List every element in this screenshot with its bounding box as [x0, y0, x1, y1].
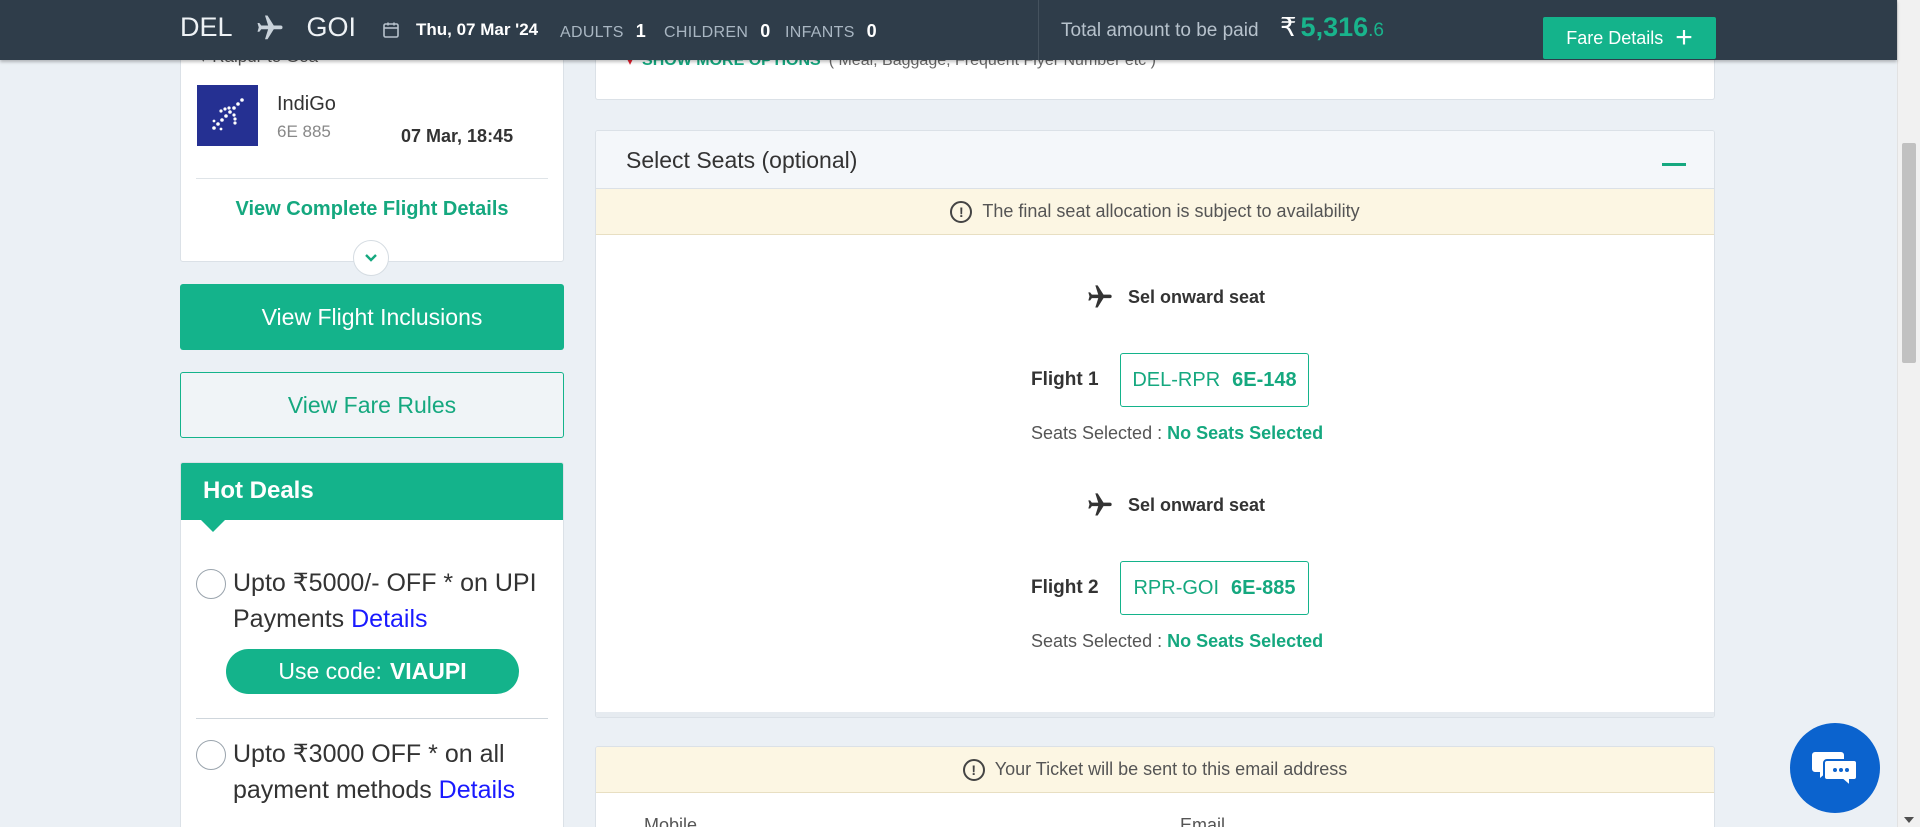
calendar-icon — [383, 22, 399, 38]
plus-icon: + — [1675, 21, 1693, 54]
adults-count: ADULTS 1 — [560, 21, 646, 42]
seats-header[interactable]: Select Seats (optional) — [596, 131, 1714, 189]
view-complete-flight-details-link[interactable]: View Complete Flight Details — [181, 198, 563, 221]
children-label: CHILDREN — [664, 24, 749, 41]
top-header: DEL GOI Thu, 07 Mar '24 ADULTS 1 CHILDREN… — [0, 0, 1897, 60]
hot-deals-title: Hot Deals — [181, 463, 563, 520]
deal-text-upi: Upto ₹5000/- OFF * on UPI Payments Detai… — [233, 565, 553, 637]
travel-date: Thu, 07 Mar '24 — [382, 20, 538, 40]
total-decimal: .6 — [1368, 20, 1384, 41]
chevron-down-icon — [365, 254, 377, 262]
info-icon: ! — [962, 758, 985, 781]
flight-2-seat-button[interactable]: RPR-GOI 6E-885 — [1120, 561, 1309, 615]
plane-icon — [255, 13, 285, 43]
segment-heading-text: Sel onward seat — [1128, 286, 1266, 307]
expand-button[interactable] — [353, 240, 389, 276]
flight-label: Flight 2 — [1031, 577, 1099, 598]
flight-label: Flight 1 — [1031, 369, 1099, 390]
ticket-email-notice: ! Your Ticket will be sent to this email… — [596, 747, 1714, 793]
flight-1-seat-button[interactable]: DEL-RPR 6E-148 — [1120, 353, 1309, 407]
seats-title: Select Seats (optional) — [626, 147, 858, 173]
view-fare-rules-button[interactable]: View Fare Rules — [180, 372, 564, 438]
seat-availability-notice: ! The final seat allocation is subject t… — [596, 189, 1714, 235]
segment-route: DEL-RPR — [1132, 368, 1221, 391]
seats-selected-value: No Seats Selected — [1167, 423, 1324, 443]
segment-flight-no: 6E-148 — [1232, 368, 1297, 391]
deal-radio-all-payments[interactable] — [196, 740, 226, 770]
adults-value: 1 — [635, 21, 647, 41]
hot-deals-notch — [201, 520, 225, 532]
select-seats-panel: Select Seats (optional) ! The final seat… — [595, 130, 1715, 718]
use-code-button[interactable]: Use code: VIAUPI — [226, 649, 519, 694]
route-summary: DEL GOI — [180, 12, 356, 43]
deal-radio-upi[interactable] — [196, 569, 226, 599]
segment-route: RPR-GOI — [1133, 576, 1220, 599]
card-divider — [196, 178, 548, 179]
infants-count: INFANTS 0 — [785, 21, 877, 42]
destination-code: GOI — [306, 12, 357, 42]
segment-heading: Sel onward seat — [1086, 491, 1265, 519]
flight-summary-card: ▾ Raipur to Goa IndiGo 6E 885 07 Mar, 18… — [180, 30, 564, 276]
mobile-label: Mobile — [644, 815, 698, 827]
adults-label: ADULTS — [560, 24, 624, 41]
contact-details-card: ! Your Ticket will be sent to this email… — [595, 746, 1715, 827]
collapse-icon[interactable] — [1662, 163, 1686, 166]
info-icon: ! — [950, 200, 973, 223]
notice-text: The final seat allocation is subject to … — [982, 201, 1360, 221]
segment-flight-no: 6E-885 — [1231, 576, 1296, 599]
chat-button[interactable] — [1790, 723, 1880, 813]
view-flight-inclusions-button[interactable]: View Flight Inclusions — [180, 284, 564, 350]
departure-time: 07 Mar, 18:45 — [401, 126, 514, 146]
indigo-logo — [197, 85, 258, 146]
email-label: Email — [1180, 815, 1226, 827]
header-divider — [1038, 0, 1039, 60]
scrollbar-thumb[interactable] — [1902, 143, 1916, 363]
seats-selected-label: Seats Selected : — [1031, 423, 1163, 443]
scroll-down-arrow-icon[interactable] — [1904, 817, 1914, 823]
plane-icon — [1088, 493, 1112, 516]
plane-icon — [1088, 285, 1112, 308]
fare-details-button[interactable]: Fare Details + — [1543, 17, 1716, 59]
flight-number: 6E 885 — [277, 122, 331, 141]
deal-divider — [196, 718, 548, 719]
fare-details-label: Fare Details — [1566, 27, 1664, 48]
infants-label: INFANTS — [785, 24, 855, 41]
total-amount: ₹5,316.6 — [1280, 12, 1384, 43]
total-label: Total amount to be paid — [1061, 20, 1259, 41]
seats-selected-label: Seats Selected : — [1031, 631, 1163, 651]
date-text: Thu, 07 Mar '24 — [416, 20, 539, 39]
seats-selected-value: No Seats Selected — [1167, 631, 1324, 651]
total-whole: 5,316 — [1300, 12, 1369, 42]
segment-heading: Sel onward seat — [1086, 283, 1265, 311]
seats-selected-status: Seats Selected : No Seats Selected — [1031, 631, 1323, 652]
segment-heading-text: Sel onward seat — [1128, 494, 1266, 515]
rupee-icon: ₹ — [1280, 12, 1297, 42]
children-value: 0 — [760, 21, 771, 41]
ticket-notice-text: Your Ticket will be sent to this email a… — [994, 759, 1348, 779]
airline-name: IndiGo — [277, 93, 336, 115]
hot-deals-panel: Hot Deals Upto ₹5000/- OFF * on UPI Paym… — [180, 462, 564, 827]
children-count: CHILDREN 0 — [664, 21, 771, 42]
deal-details-link[interactable]: Details — [439, 776, 515, 804]
coupon-code: VIAUPI — [389, 658, 467, 684]
vertical-scrollbar[interactable] — [1897, 0, 1920, 827]
chat-icon — [1812, 752, 1858, 789]
deal-text-all-payments: Upto ₹3000 OFF * on all payment methods … — [233, 736, 553, 808]
infants-value: 0 — [866, 21, 877, 41]
deal-details-link[interactable]: Details — [351, 605, 427, 633]
seats-selected-status: Seats Selected : No Seats Selected — [1031, 423, 1323, 444]
origin-code: DEL — [180, 12, 233, 42]
panel-bottom-border — [596, 712, 1714, 717]
code-prefix: Use code: — [278, 658, 382, 684]
